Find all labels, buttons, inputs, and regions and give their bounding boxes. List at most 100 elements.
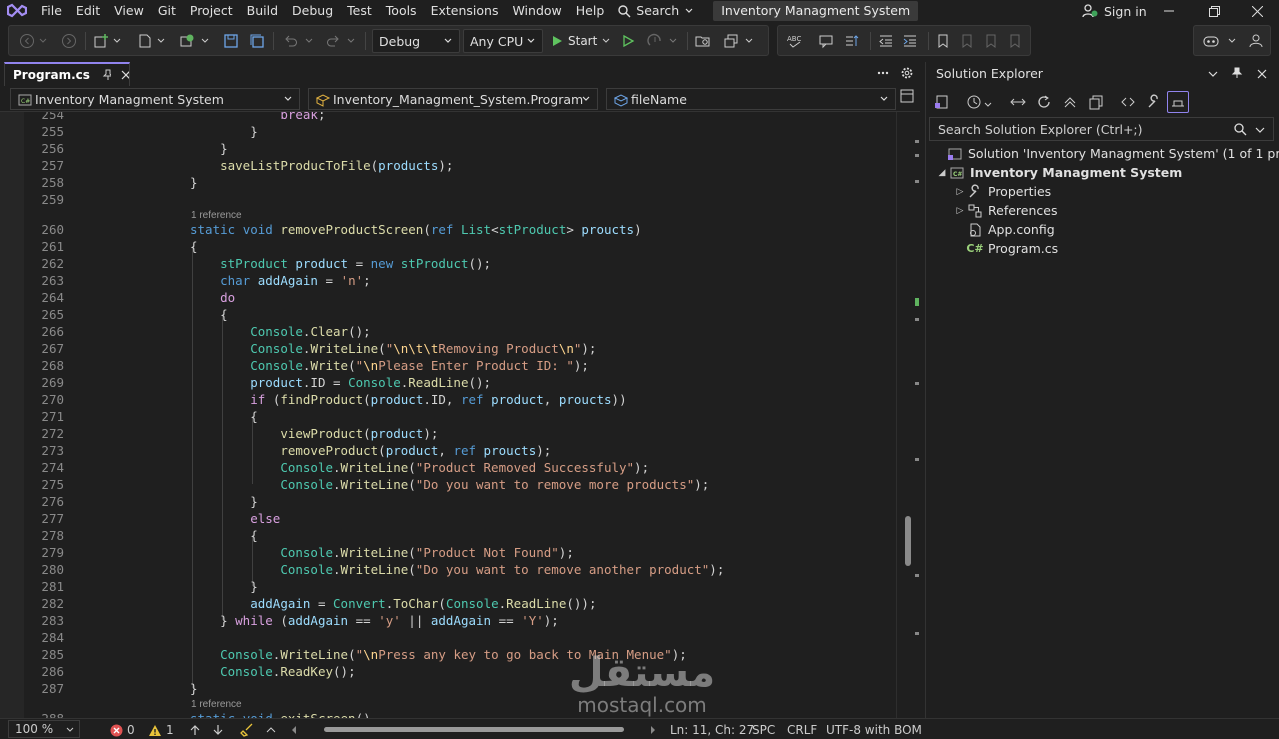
quick-info-button[interactable] bbox=[818, 32, 834, 50]
editor-vertical-scrollbar[interactable] bbox=[896, 112, 920, 718]
visual-studio-logo-icon[interactable] bbox=[0, 0, 34, 22]
previous-issue-button[interactable] bbox=[189, 722, 201, 738]
split-editor-button[interactable] bbox=[900, 89, 914, 106]
collapse-all-button[interactable] bbox=[1062, 94, 1078, 113]
solution-configuration-dropdown[interactable]: Debug bbox=[372, 29, 460, 53]
indent-button[interactable] bbox=[902, 32, 918, 50]
tab-program-cs[interactable]: Program.cs bbox=[4, 62, 130, 86]
tab-overflow-button[interactable] bbox=[876, 66, 890, 83]
minimize-button[interactable] bbox=[1147, 0, 1191, 22]
menu-debug[interactable]: Debug bbox=[285, 0, 340, 22]
warnings-indicator[interactable]: 1 bbox=[148, 722, 174, 738]
restore-button[interactable] bbox=[1192, 0, 1236, 22]
switch-views-button[interactable] bbox=[934, 94, 950, 113]
close-window-button[interactable] bbox=[1235, 0, 1279, 22]
menu-edit[interactable]: Edit bbox=[69, 0, 107, 22]
copilot-button[interactable] bbox=[1202, 32, 1220, 50]
add-item-dropdown[interactable] bbox=[201, 32, 209, 50]
panel-options-button[interactable] bbox=[1208, 68, 1218, 82]
next-issue-button[interactable] bbox=[212, 722, 224, 738]
collapsed-arrow-icon[interactable]: ▷ bbox=[954, 187, 966, 197]
undo-button[interactable] bbox=[283, 32, 299, 50]
tree-item-properties[interactable]: ▷ Properties bbox=[954, 182, 1051, 201]
sign-in-button[interactable]: Sign in bbox=[1082, 0, 1147, 22]
scroll-right-button[interactable] bbox=[649, 722, 657, 738]
menu-test[interactable]: Test bbox=[340, 0, 379, 22]
encoding-indicator[interactable]: UTF-8 with BOM bbox=[826, 722, 922, 738]
properties-button[interactable] bbox=[1146, 94, 1162, 113]
feedback-button[interactable] bbox=[1248, 32, 1264, 50]
auto-hide-button[interactable] bbox=[1231, 67, 1243, 82]
menu-help[interactable]: Help bbox=[569, 0, 612, 22]
redo-button[interactable] bbox=[325, 32, 341, 50]
type-dropdown[interactable]: Inventory_Managment_System.Program bbox=[308, 88, 598, 110]
close-icon[interactable] bbox=[121, 70, 129, 80]
menu-file[interactable]: File bbox=[34, 0, 69, 22]
start-without-debugging-button[interactable] bbox=[621, 32, 635, 50]
show-all-files-button[interactable] bbox=[1088, 94, 1104, 113]
open-file-button[interactable] bbox=[137, 32, 153, 50]
editor-scroll-thumb[interactable] bbox=[905, 516, 911, 566]
hot-reload-dropdown[interactable] bbox=[669, 32, 677, 50]
parameter-info-button[interactable] bbox=[844, 32, 860, 50]
tree-item-solution[interactable]: Solution 'Inventory Managment System' (1… bbox=[934, 144, 1279, 163]
menu-build[interactable]: Build bbox=[240, 0, 285, 22]
save-all-button[interactable] bbox=[249, 32, 265, 50]
find-in-files-button[interactable] bbox=[695, 32, 711, 50]
navigate-forward-button[interactable] bbox=[61, 32, 77, 50]
pin-icon[interactable] bbox=[102, 69, 112, 81]
collapsed-arrow-icon[interactable]: ▷ bbox=[954, 206, 966, 216]
browser-link-dropdown[interactable] bbox=[745, 32, 753, 50]
code-cleanup-button[interactable] bbox=[240, 722, 254, 738]
refresh-button[interactable] bbox=[1036, 94, 1052, 113]
add-item-button[interactable] bbox=[179, 32, 195, 50]
member-dropdown[interactable]: fileName bbox=[606, 88, 896, 110]
browser-link-button[interactable] bbox=[723, 32, 739, 50]
solution-platform-dropdown[interactable]: Any CPU bbox=[463, 29, 543, 53]
tree-item-program-cs[interactable]: C# Program.cs bbox=[954, 239, 1058, 258]
sync-with-active-document-button[interactable] bbox=[1010, 94, 1026, 113]
settings-button[interactable] bbox=[900, 66, 914, 83]
copilot-dropdown[interactable] bbox=[1228, 32, 1236, 50]
code-editor[interactable]: 254 break; 255 } 256 } 257 saveListProdu… bbox=[0, 112, 920, 718]
tree-item-app-config[interactable]: App.config bbox=[954, 220, 1055, 239]
clear-bookmarks-button[interactable] bbox=[1008, 32, 1022, 50]
view-code-button[interactable] bbox=[1120, 94, 1136, 113]
whitespace-indicator[interactable]: SPC bbox=[752, 722, 775, 738]
spell-check-button[interactable]: ABC bbox=[786, 32, 804, 50]
tree-item-references[interactable]: ▷ References bbox=[954, 201, 1058, 220]
line-ending-indicator[interactable]: CRLF bbox=[787, 722, 817, 738]
menu-view[interactable]: View bbox=[107, 0, 151, 22]
redo-dropdown[interactable] bbox=[347, 32, 355, 50]
menu-tools[interactable]: Tools bbox=[379, 0, 424, 22]
tree-item-project[interactable]: ◢ C# Inventory Managment System bbox=[936, 163, 1183, 182]
expanded-arrow-icon[interactable]: ◢ bbox=[936, 168, 948, 178]
next-bookmark-button[interactable] bbox=[984, 32, 998, 50]
start-debugging-button[interactable]: Start bbox=[551, 32, 610, 50]
menu-git[interactable]: Git bbox=[151, 0, 183, 22]
errors-indicator[interactable]: 0 bbox=[110, 722, 135, 738]
code-cleanup-dropdown[interactable] bbox=[266, 722, 276, 738]
pending-changes-filter-button[interactable] bbox=[966, 94, 982, 113]
open-file-dropdown[interactable] bbox=[157, 32, 165, 50]
back-dropdown[interactable] bbox=[39, 32, 47, 50]
horizontal-scroll-thumb[interactable] bbox=[324, 727, 624, 732]
line-column-indicator[interactable]: Ln: 11, Ch: 27 bbox=[670, 722, 754, 738]
outdent-button[interactable] bbox=[878, 32, 894, 50]
hot-reload-button[interactable] bbox=[647, 32, 663, 50]
project-dropdown[interactable]: C# Inventory Managment System bbox=[10, 88, 300, 110]
pending-changes-dropdown[interactable] bbox=[984, 98, 992, 112]
menu-extensions[interactable]: Extensions bbox=[424, 0, 506, 22]
undo-dropdown[interactable] bbox=[305, 32, 313, 50]
navigate-back-button[interactable] bbox=[19, 32, 35, 50]
close-panel-button[interactable] bbox=[1257, 68, 1267, 82]
solution-explorer-search-input[interactable]: Search Solution Explorer (Ctrl+;) bbox=[929, 117, 1274, 141]
zoom-dropdown[interactable]: 100 % bbox=[8, 720, 80, 738]
save-button[interactable] bbox=[223, 32, 239, 50]
previous-bookmark-button[interactable] bbox=[960, 32, 974, 50]
toggle-bookmark-button[interactable] bbox=[936, 32, 950, 50]
preview-selected-items-button[interactable] bbox=[1167, 91, 1189, 113]
new-project-dropdown[interactable] bbox=[113, 32, 121, 50]
search-menu[interactable]: Search bbox=[611, 0, 701, 22]
menu-window[interactable]: Window bbox=[505, 0, 568, 22]
